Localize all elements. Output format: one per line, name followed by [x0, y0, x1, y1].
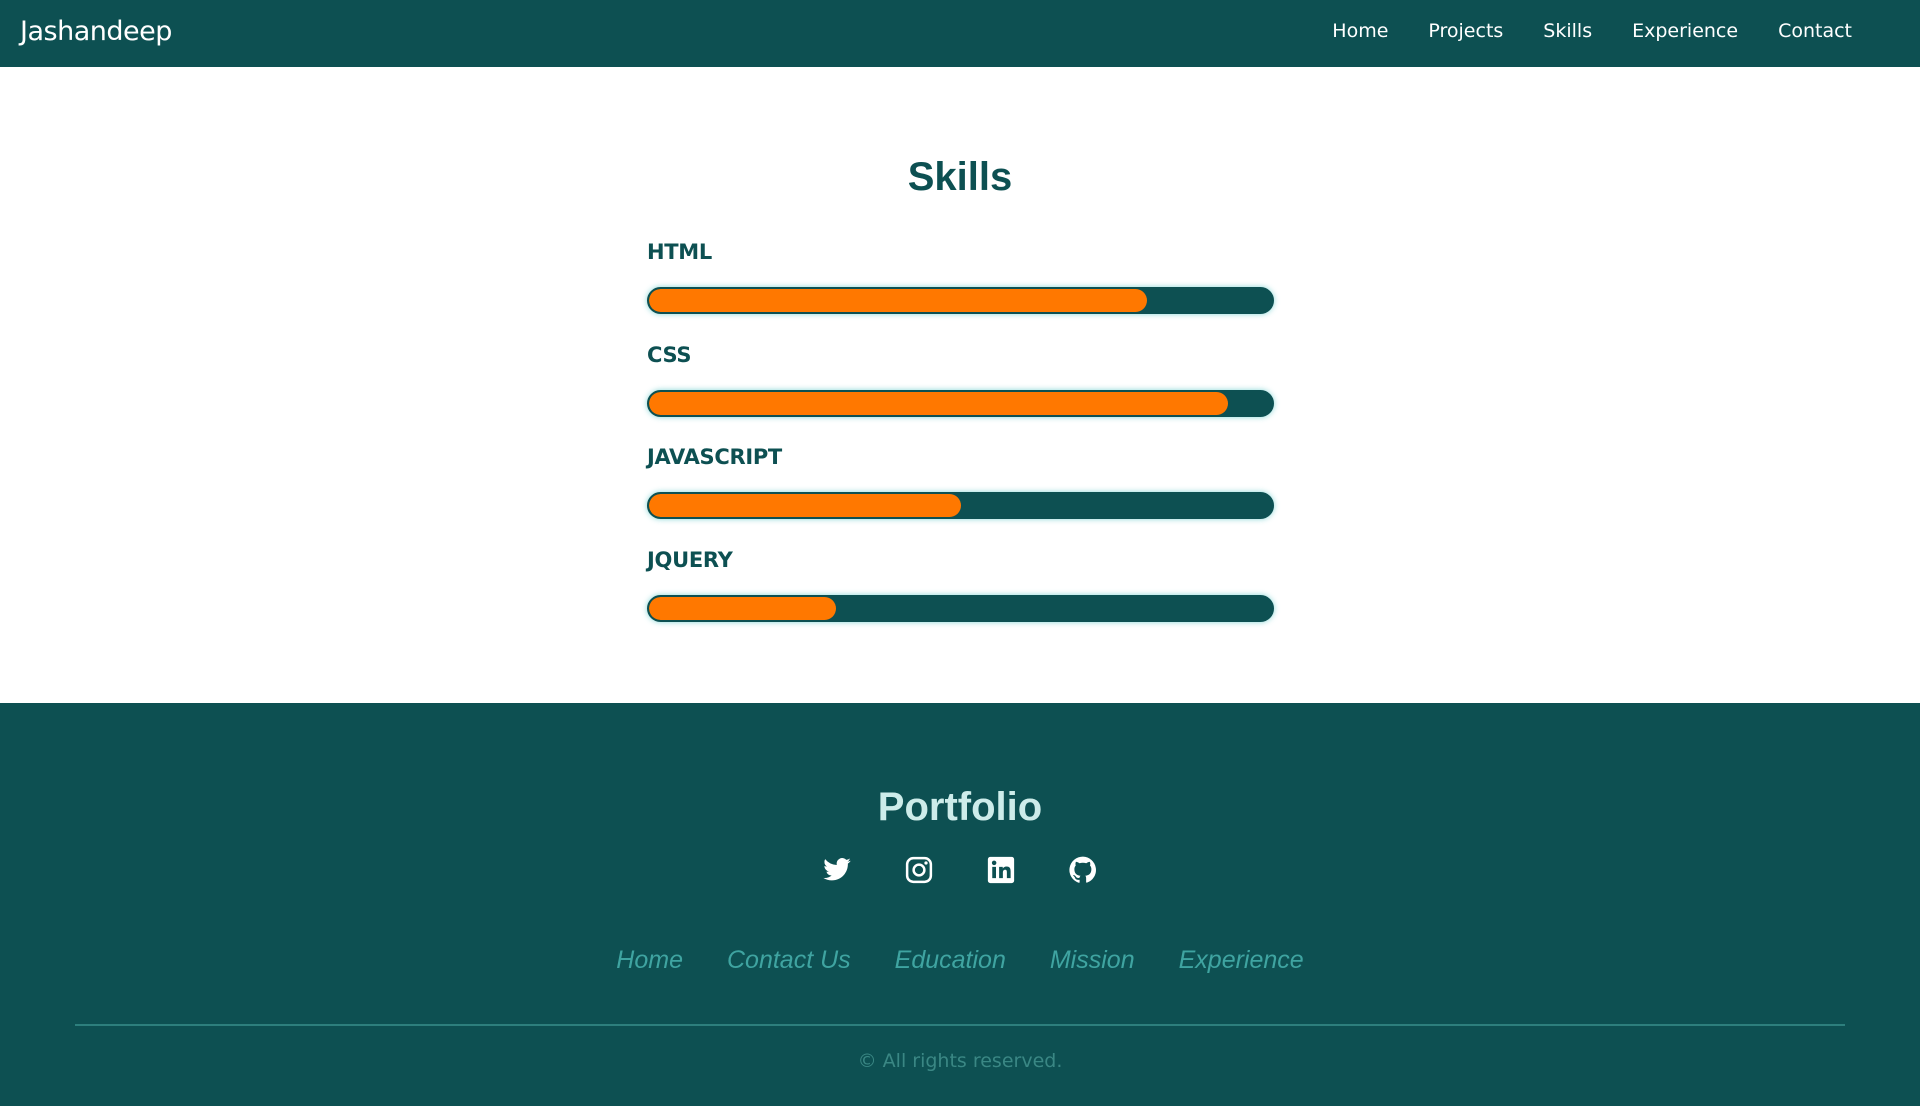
footer-link-experience[interactable]: Experience: [1179, 946, 1304, 975]
social-links: [0, 855, 1920, 885]
skill-label: CSS: [647, 343, 692, 367]
skill-css: CSS: [647, 343, 1274, 417]
nav-link-home[interactable]: Home: [1332, 20, 1388, 42]
nav-link-skills[interactable]: Skills: [1543, 20, 1592, 42]
skill-progress-fill: [649, 597, 836, 620]
skill-progress-fill: [649, 392, 1229, 415]
footer-link-contact-us[interactable]: Contact Us: [727, 946, 851, 975]
twitter-icon[interactable]: [822, 855, 852, 885]
nav-links: Home Projects Skills Experience Contact: [1292, 20, 1852, 42]
skill-progress-bar: [647, 390, 1274, 417]
skill-progress-bar: [647, 287, 1274, 314]
skill-html: HTML: [647, 240, 1274, 314]
brand-logo[interactable]: Jashandeep: [20, 16, 172, 47]
skills-title: Skills: [907, 155, 1013, 199]
footer-divider: [75, 1024, 1845, 1026]
navbar: Jashandeep Home Projects Skills Experien…: [0, 0, 1920, 67]
skill-progress-bar: [647, 492, 1274, 519]
skill-progress-bar: [647, 595, 1274, 622]
skill-label: JQUERY: [647, 548, 733, 572]
skill-progress-fill: [649, 289, 1148, 312]
nav-link-experience[interactable]: Experience: [1632, 20, 1738, 42]
skill-jquery: JQUERY: [647, 548, 1274, 622]
instagram-icon[interactable]: [904, 855, 934, 885]
skills-section: Skills HTML CSS JAVASCRIPT JQUERY: [0, 67, 1920, 703]
skill-javascript: JAVASCRIPT: [647, 445, 1274, 519]
footer-links: Home Contact Us Education Mission Experi…: [0, 946, 1920, 975]
nav-link-projects[interactable]: Projects: [1428, 20, 1503, 42]
skill-label: JAVASCRIPT: [647, 445, 782, 469]
footer-link-home[interactable]: Home: [616, 946, 683, 975]
skill-label: HTML: [647, 240, 712, 264]
skill-progress-fill: [649, 494, 961, 517]
nav-link-contact[interactable]: Contact: [1778, 20, 1852, 42]
copyright-text: © All rights reserved.: [857, 1050, 1063, 1072]
footer-title: Portfolio: [877, 785, 1043, 829]
footer: Portfolio Home Contact Us Education Miss…: [0, 703, 1920, 1106]
footer-link-education[interactable]: Education: [895, 946, 1006, 975]
footer-link-mission[interactable]: Mission: [1050, 946, 1135, 975]
linkedin-icon[interactable]: [986, 855, 1016, 885]
github-icon[interactable]: [1068, 855, 1098, 885]
